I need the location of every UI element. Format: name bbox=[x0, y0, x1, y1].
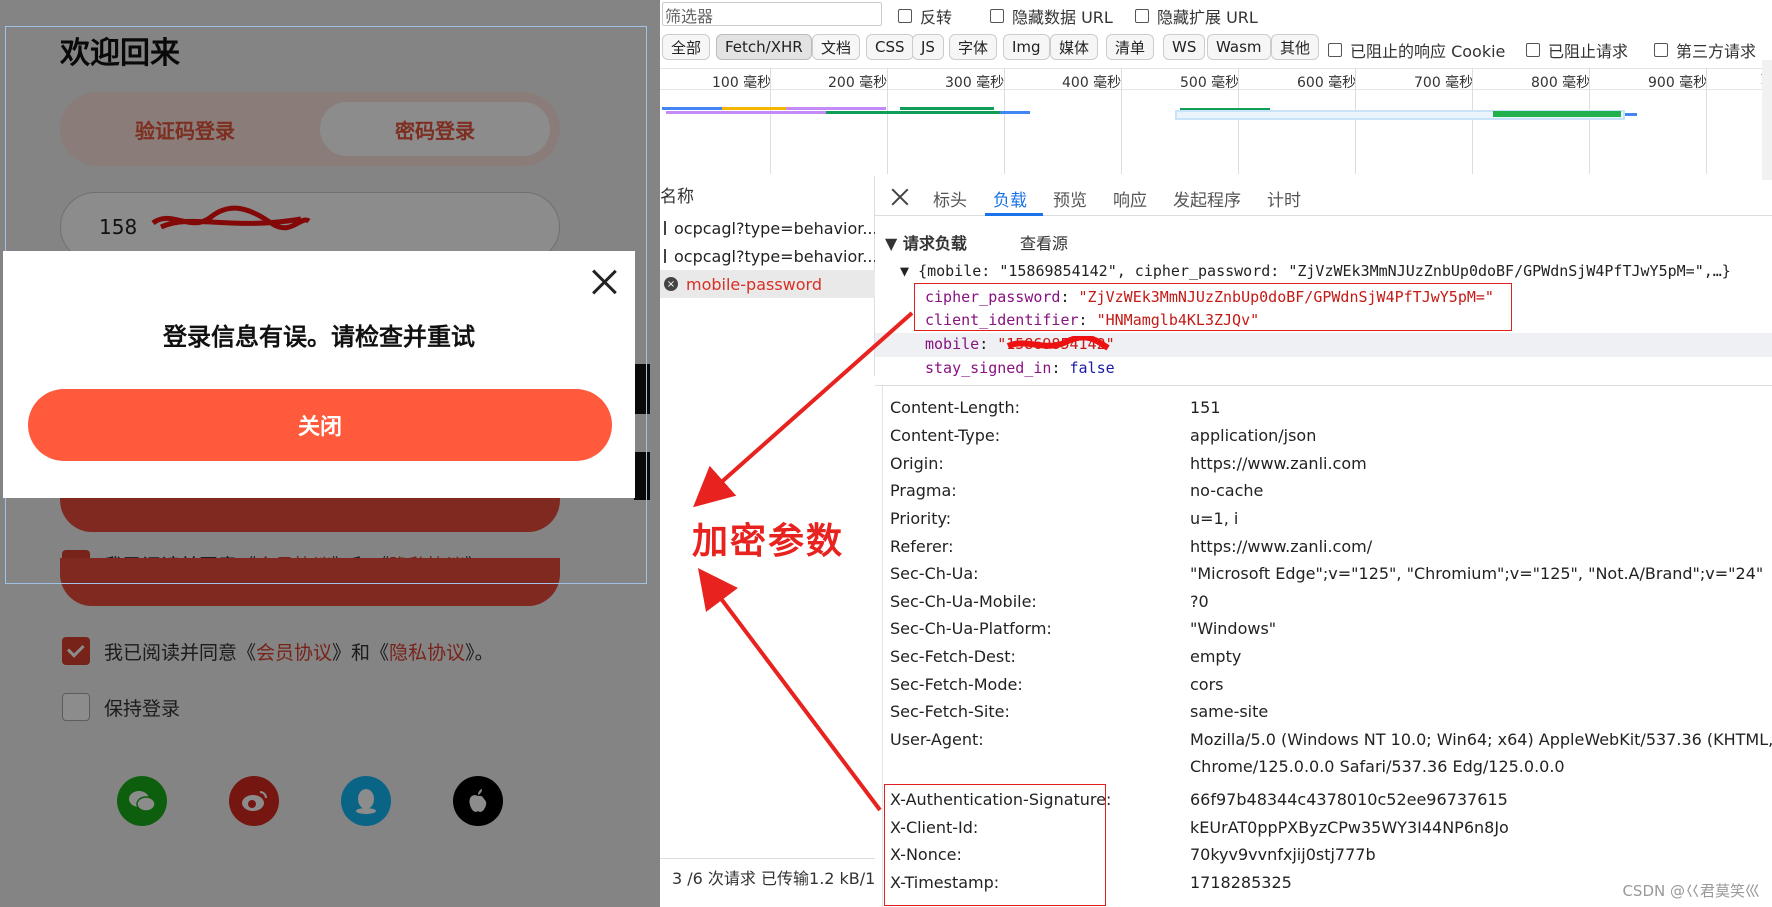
detail-tabs: 标头 负载 预览 响应 发起程序 计时 bbox=[875, 176, 1772, 216]
name-column-header[interactable]: 名称 bbox=[660, 182, 694, 207]
filter-wasm[interactable]: Wasm bbox=[1207, 34, 1271, 60]
close-icon[interactable] bbox=[891, 188, 909, 206]
blocked-cookie-option[interactable]: 已阻止的响应 Cookie bbox=[1328, 38, 1505, 62]
filter-all[interactable]: 全部 bbox=[662, 34, 711, 60]
hide-data-url-option[interactable]: 隐藏数据 URL bbox=[990, 4, 1113, 28]
scrollbar[interactable] bbox=[1762, 60, 1772, 180]
filter-input[interactable]: 筛选器 bbox=[662, 2, 882, 26]
filter-js[interactable]: JS bbox=[912, 34, 944, 60]
redaction-scribble bbox=[1006, 336, 1110, 351]
filter-font[interactable]: 字体 bbox=[949, 34, 998, 60]
blocked-requests-option[interactable]: 已阻止请求 bbox=[1526, 38, 1628, 62]
watermark: CSDN @巜君莫笑巛 bbox=[1622, 882, 1760, 900]
devtools-network-panel: 筛选器 反转 隐藏数据 URL 隐藏扩展 URL 全部 Fetch/XHR 文档… bbox=[660, 0, 1772, 907]
hide-extension-url-option[interactable]: 隐藏扩展 URL bbox=[1135, 4, 1258, 28]
highlight-box-payload bbox=[914, 283, 1512, 331]
third-party-option[interactable]: 第三方请求 bbox=[1654, 38, 1756, 62]
error-message: 登录信息有误。请检查并重试 bbox=[163, 323, 475, 351]
tab-preview[interactable]: 预览 bbox=[1053, 186, 1087, 211]
filter-css[interactable]: CSS bbox=[866, 34, 914, 60]
error-icon: × bbox=[664, 277, 678, 291]
login-page: 欢迎回来 验证码登录 密码登录 158 我已阅读并同意《 会员协议 》和《 隐私协议》… bbox=[0, 0, 660, 907]
payload-summary[interactable]: ▼ {mobile: "15869854142", cipher_passwor… bbox=[900, 262, 1731, 280]
file-icon bbox=[664, 221, 666, 235]
annotation-label: 加密参数 bbox=[692, 521, 845, 562]
request-item[interactable]: ocpcagl?type=behavior... bbox=[660, 214, 875, 242]
filter-img[interactable]: Img bbox=[1003, 34, 1050, 60]
close-button[interactable]: 关闭 bbox=[28, 389, 612, 461]
request-item-selected[interactable]: × mobile-password bbox=[660, 270, 875, 298]
file-icon bbox=[664, 249, 666, 263]
invert-option[interactable]: 反转 bbox=[898, 4, 952, 28]
filter-other[interactable]: 其他 bbox=[1271, 34, 1320, 60]
filter-doc[interactable]: 文档 bbox=[812, 34, 861, 60]
tab-timing[interactable]: 计时 bbox=[1267, 186, 1301, 211]
status-bar: 3 /6 次请求 已传输1.2 kB/1.4 bbox=[660, 858, 875, 907]
request-item[interactable]: ocpcagl?type=behavior... bbox=[660, 242, 875, 270]
timeline-ruler: 100 毫秒 200 毫秒 300 毫秒 400 毫秒 500 毫秒 600 毫… bbox=[660, 68, 1772, 91]
filter-media[interactable]: 媒体 bbox=[1050, 34, 1099, 60]
tab-response[interactable]: 响应 bbox=[1113, 186, 1147, 211]
tab-initiator[interactable]: 发起程序 bbox=[1173, 186, 1241, 211]
filter-fetch-xhr[interactable]: Fetch/XHR bbox=[716, 34, 812, 60]
tab-headers[interactable]: 标头 bbox=[933, 186, 967, 211]
request-payload-section[interactable]: ▼ 请求负载 bbox=[885, 230, 967, 254]
tab-payload[interactable]: 负载 bbox=[993, 186, 1027, 211]
error-dialog: 登录信息有误。请检查并重试 关闭 bbox=[3, 251, 635, 498]
payload-stay-signed-in: stay_signed_in: false bbox=[925, 359, 1115, 377]
filter-ws[interactable]: WS bbox=[1163, 34, 1206, 60]
close-icon[interactable] bbox=[591, 269, 617, 295]
highlight-box-headers bbox=[884, 784, 1106, 906]
filter-manifest[interactable]: 清单 bbox=[1106, 34, 1155, 60]
view-source-link[interactable]: 查看源 bbox=[1020, 230, 1068, 254]
